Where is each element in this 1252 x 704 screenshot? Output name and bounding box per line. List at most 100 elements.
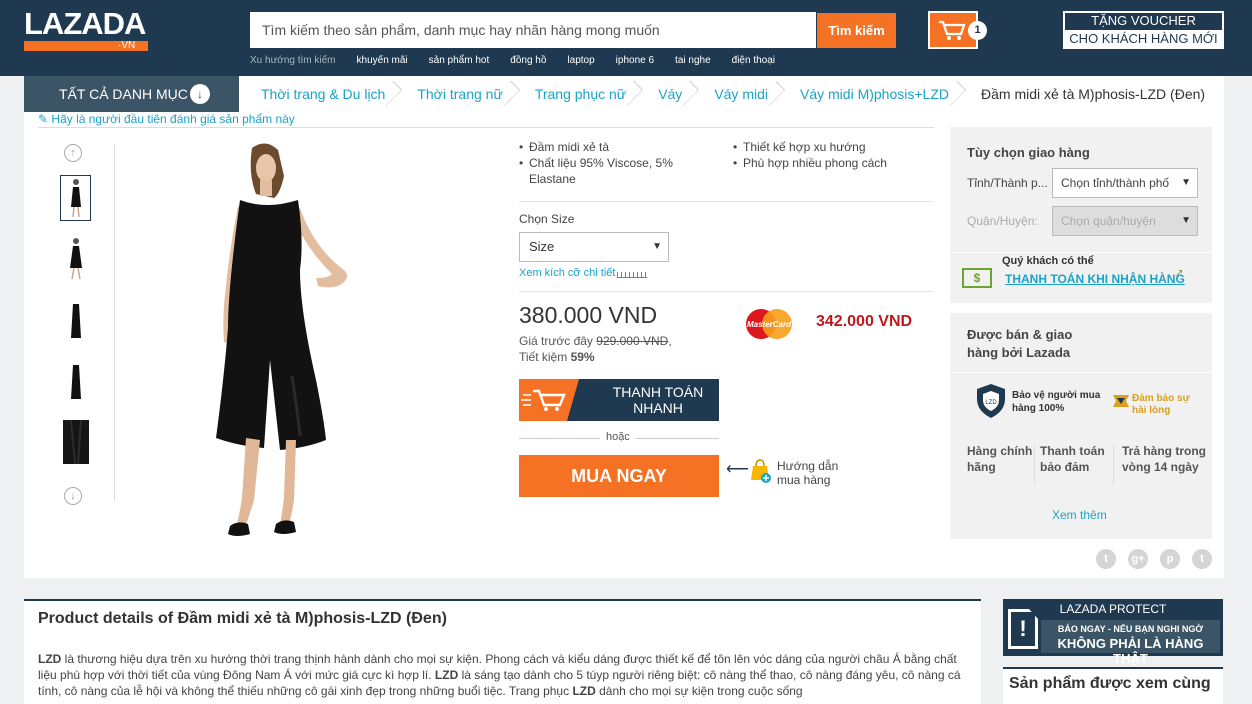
benefit-secure-payment: Thanh toán bảo đảm bbox=[1040, 444, 1105, 474]
ruler-icon[interactable] bbox=[617, 269, 647, 278]
voucher-banner[interactable]: TẶNG VOUCHER CHO KHÁCH HÀNG MỚI bbox=[1063, 11, 1224, 49]
feature-item: Đầm midi xẻ tà bbox=[519, 139, 709, 155]
pinterest-icon[interactable]: p bbox=[1160, 549, 1180, 569]
breadcrumb-link[interactable]: Váy midi M)phosis+LZD bbox=[778, 76, 959, 112]
satisfaction-text: Đảm bảo sự hài lòng bbox=[1132, 393, 1190, 416]
size-select[interactable]: Size ▼ bbox=[519, 232, 669, 262]
shopping-bag-icon[interactable] bbox=[750, 458, 772, 484]
saving-label: Tiết kiệm bbox=[519, 350, 568, 364]
cod-link[interactable]: THANH TOÁN KHI NHẬN HÀNG bbox=[1005, 272, 1185, 286]
tumblr-icon[interactable]: t bbox=[1192, 549, 1212, 569]
divider bbox=[1113, 445, 1114, 485]
breadcrumb-link[interactable]: Thời trang & Du lịch bbox=[239, 76, 395, 112]
guide-text: Hướng dẫn mua hàng bbox=[777, 459, 839, 487]
divider bbox=[950, 252, 1212, 253]
saving-percent: 59% bbox=[570, 350, 595, 364]
breadcrumb-link[interactable]: Trang phục nữ bbox=[513, 76, 636, 112]
divider bbox=[114, 144, 115, 502]
sold-by-title: Được bán & giao hàng bởi Lazada bbox=[967, 327, 1073, 360]
google-plus-icon[interactable]: g+ bbox=[1128, 549, 1148, 569]
city-select-value: Chọn tỉnh/thành phố bbox=[1061, 176, 1170, 190]
search-input[interactable]: Tìm kiếm theo sản phẩm, danh mục hay nhã… bbox=[250, 12, 816, 48]
dress-thumbnail-icon bbox=[70, 365, 81, 399]
logo-suffix: ·VN bbox=[118, 40, 136, 51]
protect-small-text: BÁO NGAY - NẾU BẠN NGHI NGỜ bbox=[1057, 624, 1204, 634]
breadcrumb-current: Đầm midi xẻ tà M)phosis-LZD (Đen) bbox=[981, 86, 1206, 102]
mastercard-icon: MasterCard bbox=[746, 309, 792, 339]
district-label: Quận/Huyện: bbox=[967, 214, 1038, 228]
size-select-value: Size bbox=[529, 239, 555, 254]
buy-now-button[interactable]: MUA NGAY bbox=[519, 455, 719, 497]
breadcrumb-link[interactable]: Váy midi bbox=[692, 76, 778, 112]
protect-title: LAZADA PROTECT bbox=[1059, 602, 1167, 616]
city-select[interactable]: Chọn tỉnh/thành phố ▼ bbox=[1052, 168, 1198, 198]
feature-item: Chất liệu 95% Viscose, 5% Elastane bbox=[519, 155, 709, 187]
thumbnail-4[interactable] bbox=[60, 359, 91, 405]
product-details-title: Product details of Đầm midi xẻ tà M)phos… bbox=[38, 610, 447, 627]
voucher-line-2: CHO KHÁCH HÀNG MỚI bbox=[1065, 30, 1222, 47]
trending-link[interactable]: tai nghe bbox=[675, 55, 711, 69]
district-select: Chọn quận/huyện ▼ bbox=[1052, 206, 1198, 236]
caret-down-icon: ▼ bbox=[1181, 177, 1191, 188]
features-left: Đầm midi xẻ tà Chất liệu 95% Viscose, 5%… bbox=[519, 139, 709, 187]
cod-label: Quý khách có thể bbox=[1002, 255, 1094, 267]
trending-label: Xu hướng tìm kiếm bbox=[250, 55, 336, 66]
dress-thumbnail-icon bbox=[69, 238, 82, 280]
benefit-returns: Trả hàng trong vòng 14 ngày bbox=[1122, 444, 1206, 474]
product-main-image[interactable] bbox=[130, 138, 490, 546]
product-details-text: LZD là thương hiệu dựa trên xu hướng thờ… bbox=[38, 651, 970, 699]
lazada-logo[interactable]: LAZADA bbox=[24, 8, 146, 40]
old-price-block: Giá trước đây 929.000 VND, Tiết kiệm 59% bbox=[519, 334, 672, 364]
trending-link[interactable]: điện thoại bbox=[732, 55, 775, 69]
city-label: Tỉnh/Thành p... bbox=[967, 176, 1048, 190]
fabric-thumbnail-icon bbox=[62, 420, 89, 464]
divider bbox=[38, 127, 934, 128]
breadcrumb-link[interactable]: Váy bbox=[636, 76, 692, 112]
alert-document-icon: ! bbox=[1008, 609, 1038, 649]
brand-name: LZD bbox=[434, 668, 459, 682]
thumbnail-5[interactable] bbox=[60, 419, 91, 465]
first-review-link[interactable]: ✎ Hãy là người đầu tiên đánh giá sản phẩ… bbox=[38, 112, 295, 126]
brand-name: LZD bbox=[38, 652, 62, 666]
arrow-down-circle-icon[interactable]: ↓ bbox=[190, 84, 210, 104]
thumbnail-3[interactable] bbox=[60, 298, 91, 344]
thumbnail-2[interactable] bbox=[60, 236, 91, 282]
district-select-value: Chọn quận/huyện bbox=[1061, 214, 1156, 228]
size-label: Chọn Size bbox=[519, 212, 575, 226]
purchase-guide-link[interactable]: Hướng dẫn mua hàng bbox=[777, 459, 847, 487]
twitter-icon[interactable]: t bbox=[1096, 549, 1116, 569]
trending-link[interactable]: sản phẩm hot bbox=[429, 55, 490, 69]
thumbnail-up-arrow-icon[interactable]: ↑ bbox=[64, 144, 82, 162]
shield-icon: LZD bbox=[975, 383, 1007, 419]
thumbnail-down-arrow-icon[interactable]: ↓ bbox=[64, 487, 82, 505]
divider bbox=[1034, 445, 1035, 485]
external-link-icon[interactable]: ↗ bbox=[1175, 268, 1183, 279]
trending-link[interactable]: khuyến mãi bbox=[357, 55, 408, 69]
trending-link[interactable]: laptop bbox=[567, 55, 594, 69]
divider bbox=[950, 372, 1212, 373]
ribbon-icon bbox=[1112, 393, 1130, 411]
breadcrumb-link[interactable]: Thời trang nữ bbox=[395, 76, 512, 112]
feature-item: Phù hợp nhiều phong cách bbox=[733, 155, 923, 171]
brand-name: LZD bbox=[572, 684, 596, 698]
svg-text:LZD: LZD bbox=[985, 400, 997, 406]
details-paragraph: dành cho mọi sự kiện trong cuộc sống bbox=[595, 684, 803, 698]
cart-count-badge: 1 bbox=[968, 21, 987, 40]
see-more-link[interactable]: Xem thêm bbox=[1052, 508, 1107, 522]
model-dress-image bbox=[216, 143, 347, 536]
trending-link[interactable]: đồng hồ bbox=[510, 55, 546, 69]
card-name: MasterCard bbox=[747, 320, 792, 329]
arrow-left-icon: ⟵ bbox=[726, 461, 749, 478]
thumbnail-1[interactable] bbox=[60, 175, 91, 221]
caret-down-icon: ▼ bbox=[652, 241, 662, 252]
size-chart-link[interactable]: Xem kích cỡ chi tiết bbox=[519, 267, 615, 279]
search-button[interactable]: Tìm kiếm bbox=[817, 13, 896, 48]
protect-big-text: KHÔNG PHẢI LÀ HÀNG THẬT bbox=[1057, 636, 1204, 666]
or-label: hoặc bbox=[600, 431, 636, 443]
current-price: 380.000 VND bbox=[519, 302, 658, 328]
benefit-authentic: Hàng chính hãng bbox=[967, 444, 1033, 474]
trending-link[interactable]: iphone 6 bbox=[616, 55, 654, 69]
old-price-label: Giá trước đây bbox=[519, 334, 593, 348]
features-right: Thiết kế hợp xu hướng Phù hợp nhiều phon… bbox=[733, 139, 923, 171]
feature-item: Thiết kế hợp xu hướng bbox=[733, 139, 923, 155]
